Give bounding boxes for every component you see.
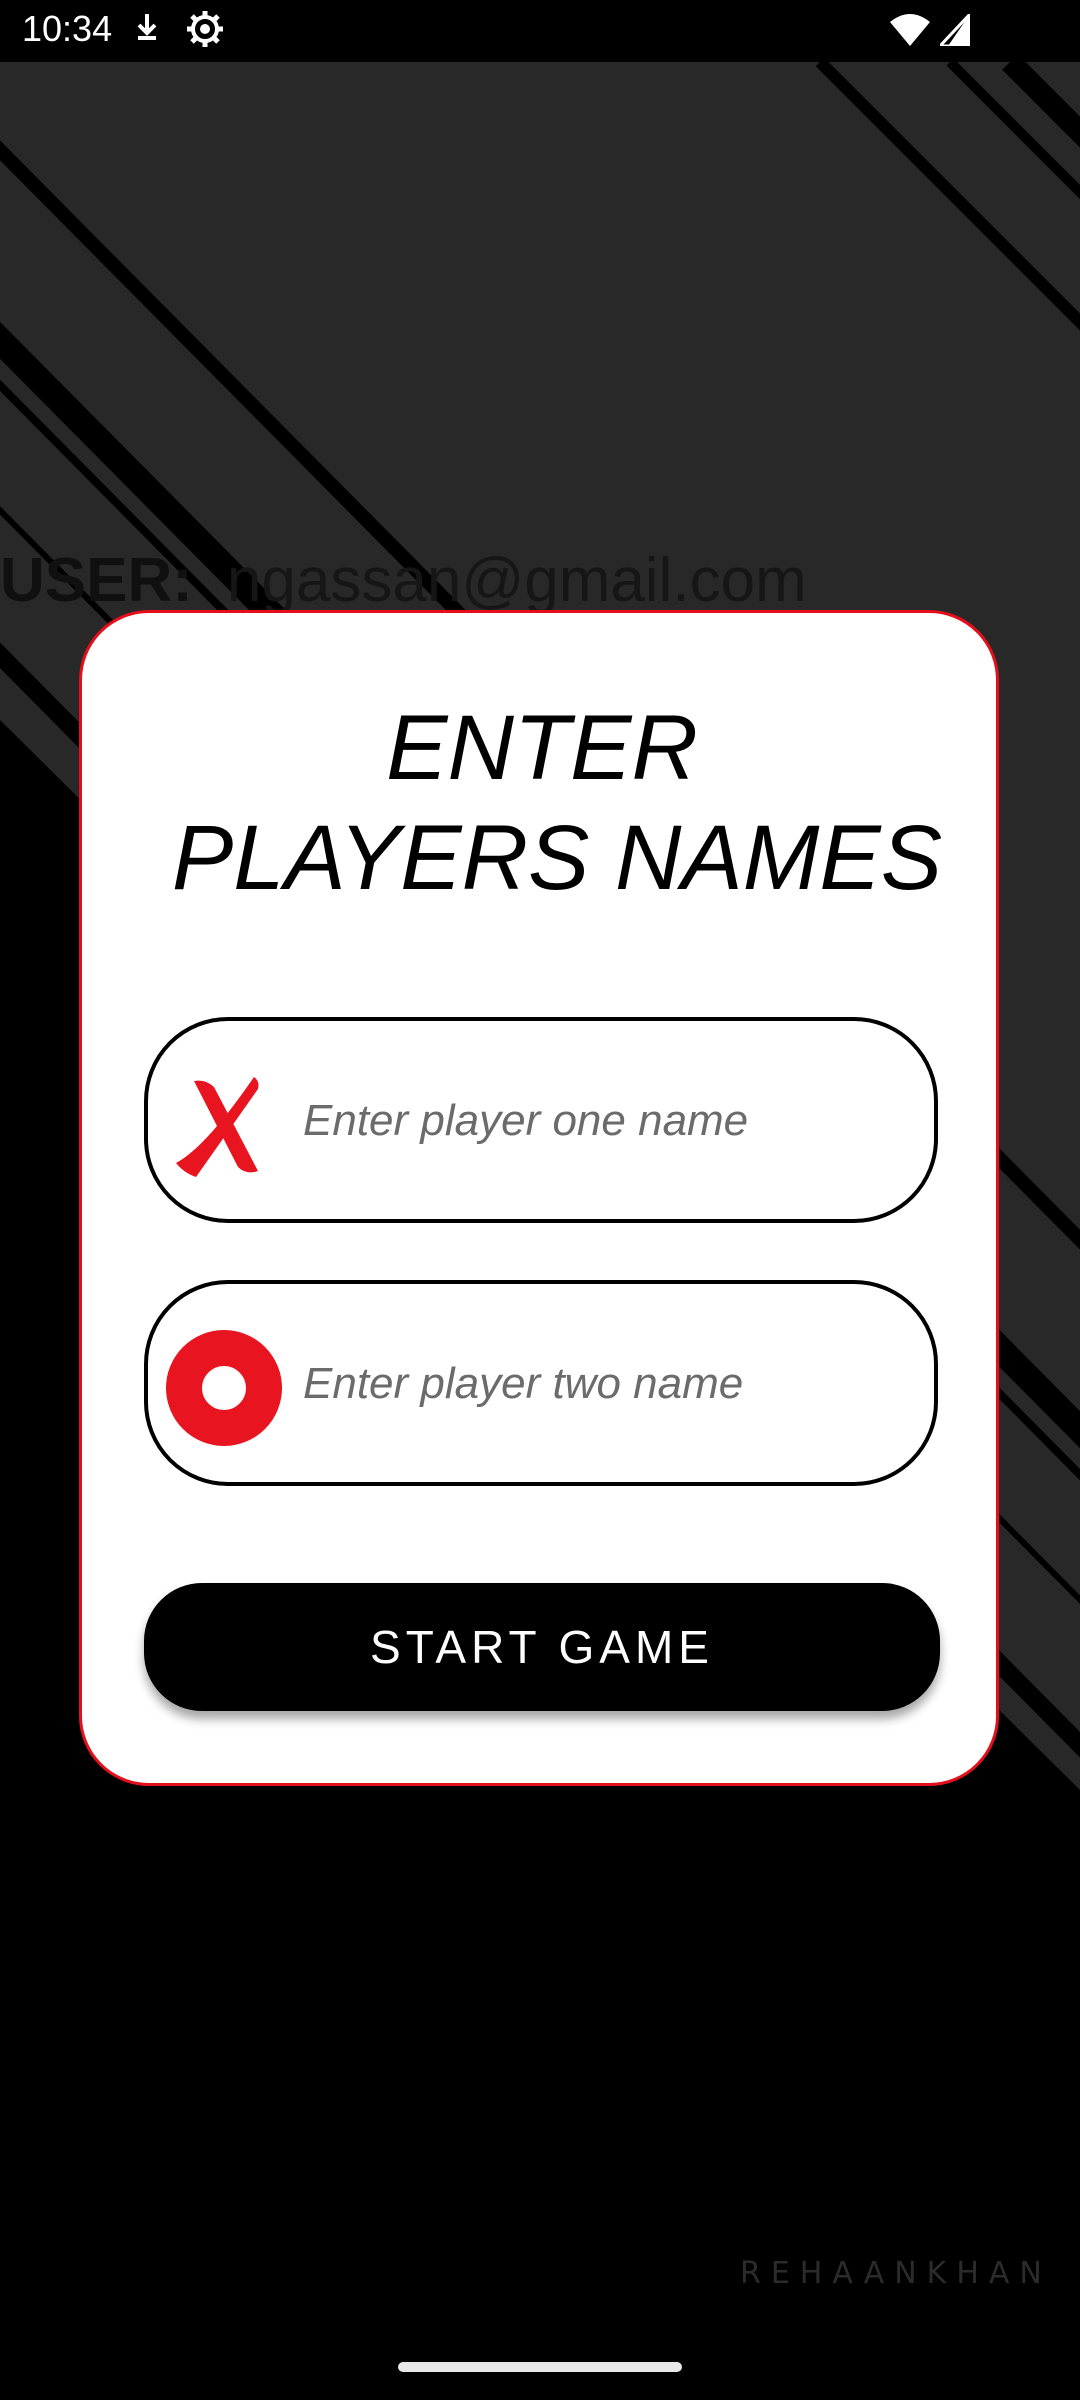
watermark-logo: REHAANKHAN: [740, 2256, 1052, 2291]
dialog-title-line1: ENTER: [386, 697, 698, 799]
player-names-dialog: ENTER PLAYERS NAMES START GAME: [79, 610, 999, 1786]
home-gesture-bar[interactable]: [398, 2362, 682, 2372]
start-game-button[interactable]: START GAME: [144, 1583, 940, 1711]
signal-icon: [940, 14, 970, 46]
status-time: 10:34: [22, 8, 113, 49]
dialog-title-line2: PLAYERS NAMES: [171, 807, 943, 909]
player-two-input[interactable]: [303, 1344, 903, 1424]
o-icon: [166, 1330, 282, 1446]
user-info: USER: ngassan@gmail.com: [0, 540, 807, 620]
wifi-icon: [890, 14, 930, 46]
status-bar: 10:34: [0, 0, 1080, 62]
download-icon: [137, 14, 157, 40]
player-one-input[interactable]: [303, 1081, 903, 1161]
player-two-field[interactable]: [144, 1280, 938, 1486]
settings-icon: [187, 11, 223, 47]
x-icon: [176, 1077, 259, 1177]
dialog-title: ENTER PLAYERS NAMES: [82, 693, 1002, 913]
user-email: ngassan@gmail.com: [226, 545, 807, 615]
user-label: USER:: [0, 545, 193, 615]
player-one-field[interactable]: [144, 1017, 938, 1223]
